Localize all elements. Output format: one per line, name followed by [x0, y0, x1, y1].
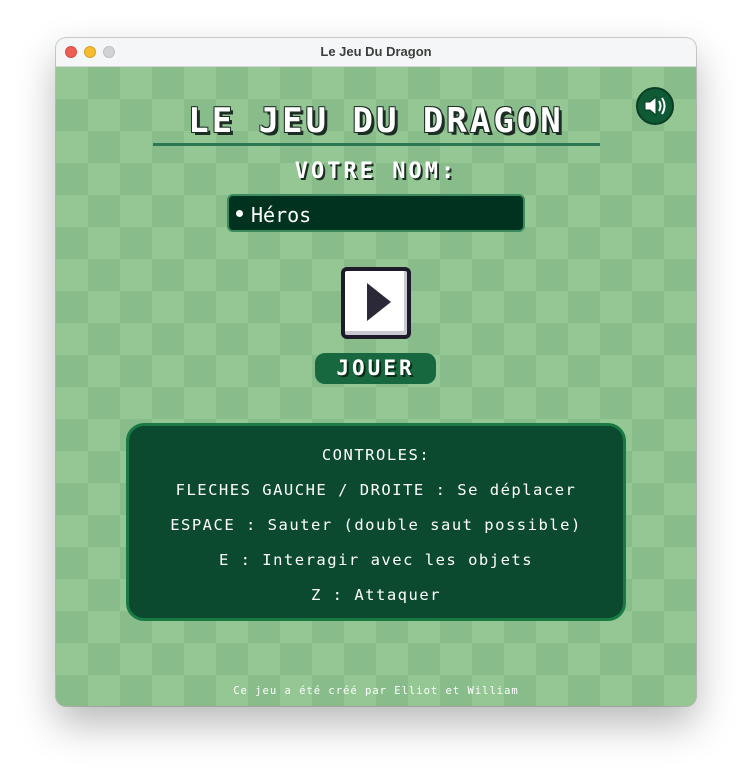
controls-line: Z : Attaquer — [311, 586, 441, 604]
controls-line: ESPACE : Sauter (double saut possible) — [170, 516, 582, 534]
controls-line: FLECHES GAUCHE / DROITE : Se déplacer — [175, 481, 577, 499]
window-title: Le Jeu Du Dragon — [320, 44, 432, 59]
game-window: Le Jeu Du Dragon LE JEU DU DRAGON VOTRE … — [56, 38, 696, 706]
player-name-input[interactable] — [227, 194, 525, 232]
sound-toggle-button[interactable] — [636, 87, 674, 125]
title-underline — [153, 143, 600, 146]
name-label: VOTRE NOM: — [294, 159, 458, 184]
game-title: LE JEU DU DRAGON — [188, 101, 564, 141]
game-canvas: LE JEU DU DRAGON VOTRE NOM: JOUER CONTRO… — [56, 67, 696, 706]
controls-line: E : Interagir avec les objets — [218, 551, 534, 569]
speaker-volume-icon — [644, 95, 666, 117]
play-triangle-icon — [367, 283, 391, 321]
controls-panel: CONTROLES: FLECHES GAUCHE / DROITE : Se … — [126, 423, 626, 621]
play-label[interactable]: JOUER — [315, 353, 436, 384]
credits-text: Ce jeu a été créé par Elliot et William — [233, 685, 519, 697]
input-bullet-icon — [236, 210, 243, 217]
controls-heading: CONTROLES: — [321, 446, 431, 464]
title-bar: Le Jeu Du Dragon — [56, 38, 696, 67]
play-button[interactable] — [341, 267, 411, 339]
